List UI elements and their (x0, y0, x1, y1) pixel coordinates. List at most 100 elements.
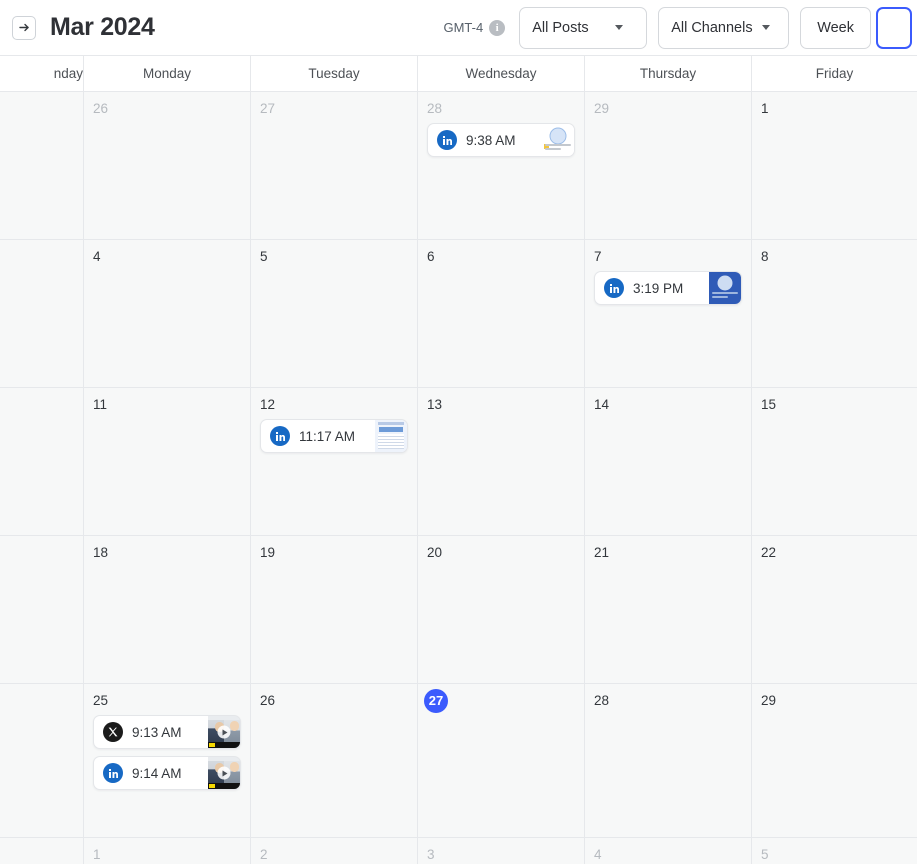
day-events: 11:17 AM (260, 419, 408, 453)
day-number: 19 (260, 545, 276, 560)
post-time-label: 3:19 PM (633, 280, 684, 296)
day-number: 7 (594, 249, 602, 264)
post-time-label: 9:14 AM (132, 765, 182, 781)
calendar-day-cell[interactable]: 11 (84, 388, 251, 535)
post-thumbnail (709, 272, 741, 304)
calendar-day-cell[interactable]: 25 9:13 AM 9:14 AM (84, 684, 251, 837)
calendar-day-cell[interactable]: 15 (752, 388, 917, 535)
linkedin-icon (103, 763, 123, 783)
calendar-day-cell[interactable]: 14 (585, 388, 752, 535)
calendar-day-cell[interactable]: 12 11:17 AM (251, 388, 418, 535)
calendar-day-cell[interactable]: 21 (585, 536, 752, 683)
post-time-label: 9:13 AM (132, 724, 182, 740)
linkedin-icon (437, 130, 457, 150)
day-of-week-label: Monday (84, 56, 251, 91)
calendar-day-cell[interactable]: 28 (585, 684, 752, 837)
calendar-day-cell[interactable]: 20 (418, 536, 585, 683)
calendar-day-cell[interactable] (0, 838, 84, 864)
scheduled-post-card[interactable]: 9:14 AM (93, 756, 241, 790)
scheduled-post-card[interactable]: 11:17 AM (260, 419, 408, 453)
calendar-day-cell[interactable]: 1 (84, 838, 251, 864)
calendar-day-cell[interactable]: 18 (84, 536, 251, 683)
channels-filter-dropdown[interactable]: All Channels (658, 6, 790, 49)
day-number: 6 (427, 249, 435, 264)
toolbar: Mar 2024 GMT-4 i All Posts All Channels … (0, 0, 917, 55)
day-events: 9:13 AM 9:14 AM (93, 715, 241, 790)
post-thumbnail (208, 716, 240, 748)
posts-filter-dropdown[interactable]: All Posts (519, 6, 648, 49)
today-date-badge: 27 (424, 689, 448, 713)
posts-filter-label: All Posts (532, 19, 589, 36)
scheduled-post-card[interactable]: 9:13 AM (93, 715, 241, 749)
day-number: 29 (594, 101, 610, 116)
info-icon[interactable]: i (489, 19, 506, 36)
day-number: 25 (93, 693, 109, 708)
calendar-day-cell[interactable]: 6 (418, 240, 585, 387)
view-mode-week-button[interactable]: Week (800, 6, 871, 49)
scheduled-post-card[interactable]: 9:38 AM (427, 123, 575, 157)
calendar-day-cell[interactable]: 3 (418, 838, 585, 864)
day-number: 8 (761, 249, 769, 264)
day-number: 28 (427, 101, 443, 116)
calendar-day-cell[interactable]: 29 (585, 92, 752, 239)
calendar-day-cell[interactable]: 13 (418, 388, 585, 535)
calendar-day-cell[interactable]: 5 (251, 240, 418, 387)
page-title: Mar 2024 (50, 13, 155, 41)
day-of-week-label: Tuesday (251, 56, 418, 91)
day-number: 2 (260, 847, 268, 862)
day-number: 4 (93, 249, 101, 264)
calendar-day-cell[interactable]: 4 (585, 838, 752, 864)
post-thumbnail (375, 420, 407, 452)
day-number: 22 (761, 545, 777, 560)
calendar-day-cell[interactable]: 4 (84, 240, 251, 387)
calendar-day-cell[interactable]: 19 (251, 536, 418, 683)
day-number: 1 (761, 101, 769, 116)
post-time-label: 9:38 AM (466, 132, 516, 148)
calendar-app: Mar 2024 GMT-4 i All Posts All Channels … (0, 0, 917, 864)
calendar-week-row: 1 2 3 4 5 (0, 838, 917, 864)
calendar-week-row: 11 12 11:17 AM 13 14 15 (0, 388, 917, 536)
calendar-day-cell[interactable]: 26 (84, 92, 251, 239)
day-number: 29 (761, 693, 777, 708)
calendar-day-cell[interactable]: 2 (251, 838, 418, 864)
day-number: 13 (427, 397, 443, 412)
x-icon (103, 722, 123, 742)
linkedin-icon (270, 426, 290, 446)
calendar-day-cell[interactable] (0, 536, 84, 683)
calendar-day-cell[interactable]: 22 (752, 536, 917, 683)
calendar-day-cell[interactable]: 7 3:19 PM (585, 240, 752, 387)
day-of-week-label: nday (0, 56, 84, 91)
calendar-day-cell[interactable]: 8 (752, 240, 917, 387)
view-mode-group: Week (800, 6, 917, 49)
calendar-weeks: 26 27 28 9:38 AM 29 1 4 5 6 7 3:19 PM 8 11 12 11:17 AM… (0, 92, 917, 864)
day-number: 21 (594, 545, 610, 560)
day-number: 15 (761, 397, 777, 412)
calendar-day-cell[interactable]: 27 (418, 684, 585, 837)
calendar-day-cell[interactable]: 29 (752, 684, 917, 837)
timezone-label: GMT-4 (443, 20, 484, 35)
channels-filter-label: All Channels (671, 19, 753, 36)
calendar-day-cell[interactable]: 26 (251, 684, 418, 837)
post-thumbnail (542, 124, 574, 156)
day-number: 14 (594, 397, 610, 412)
calendar-day-cell[interactable] (0, 684, 84, 837)
day-events: 9:38 AM (427, 123, 575, 157)
day-number: 3 (427, 847, 435, 862)
toolbar-controls: GMT-4 i All Posts All Channels Week (443, 0, 917, 55)
view-mode-month-button[interactable] (876, 6, 912, 49)
day-number: 5 (260, 249, 268, 264)
calendar-day-cell[interactable] (0, 240, 84, 387)
sidebar-toggle-button[interactable] (12, 15, 36, 40)
day-number: 20 (427, 545, 443, 560)
day-of-week-label: Friday (815, 66, 854, 81)
day-number: 28 (594, 693, 610, 708)
calendar-day-cell[interactable] (0, 388, 84, 535)
scheduled-post-card[interactable]: 3:19 PM (594, 271, 742, 305)
calendar-day-cell[interactable]: 1 (752, 92, 917, 239)
day-number: 26 (93, 101, 109, 116)
calendar-week-row: 25 9:13 AM 9:14 AM 26 27 28 29 (0, 684, 917, 838)
calendar-day-cell[interactable]: 5 (752, 838, 917, 864)
calendar-day-cell[interactable] (0, 92, 84, 239)
calendar-day-cell[interactable]: 27 (251, 92, 418, 239)
calendar-day-cell[interactable]: 28 9:38 AM (418, 92, 585, 239)
